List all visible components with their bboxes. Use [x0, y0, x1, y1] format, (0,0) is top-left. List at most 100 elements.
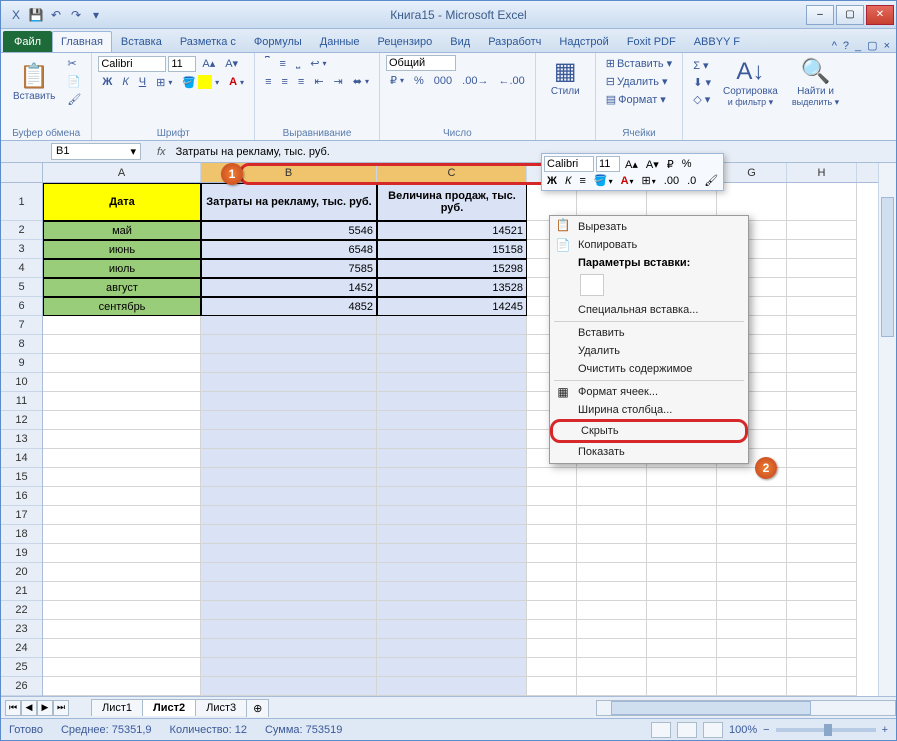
cell[interactable]	[43, 430, 201, 449]
cell[interactable]	[577, 506, 647, 525]
row-header[interactable]: 15	[1, 468, 42, 487]
name-box[interactable]: B1▾	[51, 143, 141, 160]
tab-insert[interactable]: Вставка	[112, 31, 171, 52]
cell[interactable]	[43, 506, 201, 525]
mini-italic[interactable]: К	[562, 174, 574, 188]
cell[interactable]: 15158	[377, 240, 527, 259]
cell[interactable]	[527, 506, 577, 525]
cell[interactable]	[201, 658, 377, 677]
column-header-A[interactable]: A	[43, 163, 201, 182]
cell[interactable]	[577, 601, 647, 620]
row-header[interactable]: 14	[1, 449, 42, 468]
cell[interactable]	[787, 354, 857, 373]
align-bottom-button[interactable]: ⎵	[292, 55, 304, 72]
mini-dec-dec[interactable]: .0	[684, 174, 699, 188]
cell[interactable]	[647, 677, 717, 696]
mini-align[interactable]: ≡	[576, 174, 588, 188]
increase-decimal-button[interactable]: .00→	[458, 73, 492, 89]
cell[interactable]	[377, 601, 527, 620]
cell[interactable]	[377, 430, 527, 449]
cell[interactable]	[787, 563, 857, 582]
cell[interactable]	[647, 582, 717, 601]
undo-icon[interactable]: ↶	[47, 6, 65, 24]
mini-font-size[interactable]	[596, 156, 620, 172]
column-header-C[interactable]: C	[377, 163, 527, 182]
cell[interactable]	[201, 487, 377, 506]
tab-formulas[interactable]: Формулы	[245, 31, 311, 52]
ctx-hide[interactable]: Скрыть	[550, 419, 748, 443]
cell[interactable]	[787, 487, 857, 506]
cell[interactable]	[647, 620, 717, 639]
row-header[interactable]: 18	[1, 525, 42, 544]
currency-button[interactable]: ₽	[386, 72, 408, 89]
row-header[interactable]: 10	[1, 373, 42, 392]
cell[interactable]: 15298	[377, 259, 527, 278]
cell[interactable]: Дата	[43, 183, 201, 221]
row-header[interactable]: 8	[1, 335, 42, 354]
percent-button[interactable]: %	[410, 73, 428, 89]
cell[interactable]	[377, 373, 527, 392]
tab-developer[interactable]: Разработч	[479, 31, 550, 52]
tab-review[interactable]: Рецензиро	[369, 31, 442, 52]
cell[interactable]	[43, 411, 201, 430]
cell[interactable]	[787, 240, 857, 259]
wrap-text-button[interactable]: ↩	[306, 55, 330, 72]
insert-cells-button[interactable]: ⊞ Вставить ▾	[602, 55, 676, 72]
sheet-nav-first[interactable]: ⏮	[5, 700, 21, 716]
row-header[interactable]: 23	[1, 620, 42, 639]
cell[interactable]	[377, 658, 527, 677]
sheet-tab-1[interactable]: Лист1	[91, 699, 143, 716]
select-all-corner[interactable]	[1, 163, 42, 183]
cell[interactable]	[43, 373, 201, 392]
horizontal-scrollbar[interactable]	[596, 700, 896, 716]
view-pagebreak-button[interactable]	[703, 722, 723, 738]
cell[interactable]	[577, 639, 647, 658]
font-name-select[interactable]	[98, 56, 166, 72]
cell[interactable]	[43, 544, 201, 563]
cell[interactable]	[717, 658, 787, 677]
help-icon[interactable]: ?	[843, 40, 849, 52]
cell[interactable]	[577, 582, 647, 601]
formula-content[interactable]: Затраты на рекламу, тыс. руб.	[172, 145, 896, 159]
cell[interactable]	[527, 620, 577, 639]
find-select-button[interactable]: 🔍Найти ивыделить ▾	[786, 55, 845, 110]
cell[interactable]	[787, 582, 857, 601]
fill-button[interactable]: ⬇ ▾	[689, 74, 715, 91]
cell[interactable]: сентябрь	[43, 297, 201, 316]
align-top-button[interactable]: ⎴	[261, 55, 273, 72]
cell[interactable]	[527, 525, 577, 544]
align-left-button[interactable]: ≡	[261, 74, 275, 90]
cell[interactable]	[577, 620, 647, 639]
tab-layout[interactable]: Разметка с	[171, 31, 245, 52]
cell[interactable]	[43, 335, 201, 354]
cell[interactable]	[577, 677, 647, 696]
cell[interactable]: 13528	[377, 278, 527, 297]
font-color-button[interactable]: A	[225, 74, 248, 90]
cell[interactable]	[43, 525, 201, 544]
copy-button[interactable]: 📄	[63, 73, 85, 90]
cell[interactable]: 14245	[377, 297, 527, 316]
cell[interactable]	[377, 639, 527, 658]
cell[interactable]	[377, 316, 527, 335]
cell[interactable]	[201, 354, 377, 373]
cell[interactable]	[647, 544, 717, 563]
save-icon[interactable]: 💾	[27, 6, 45, 24]
cell[interactable]	[43, 354, 201, 373]
ctx-clear[interactable]: Очистить содержимое	[550, 360, 748, 378]
cell[interactable]	[787, 297, 857, 316]
sheet-tab-3[interactable]: Лист3	[195, 699, 247, 716]
mini-shrink-font[interactable]: A▾	[643, 157, 662, 172]
vertical-scrollbar[interactable]	[878, 163, 896, 696]
row-header[interactable]: 22	[1, 601, 42, 620]
cell[interactable]	[787, 278, 857, 297]
row-header[interactable]: 4	[1, 259, 42, 278]
sheet-tab-2[interactable]: Лист2	[142, 699, 196, 716]
column-header-H[interactable]: H	[787, 163, 857, 182]
view-normal-button[interactable]	[651, 722, 671, 738]
cell[interactable]	[201, 677, 377, 696]
mini-font-name[interactable]	[544, 156, 594, 172]
sheet-nav-prev[interactable]: ◀	[21, 700, 37, 716]
cell[interactable]	[201, 525, 377, 544]
cell[interactable]	[527, 639, 577, 658]
row-header[interactable]: 3	[1, 240, 42, 259]
